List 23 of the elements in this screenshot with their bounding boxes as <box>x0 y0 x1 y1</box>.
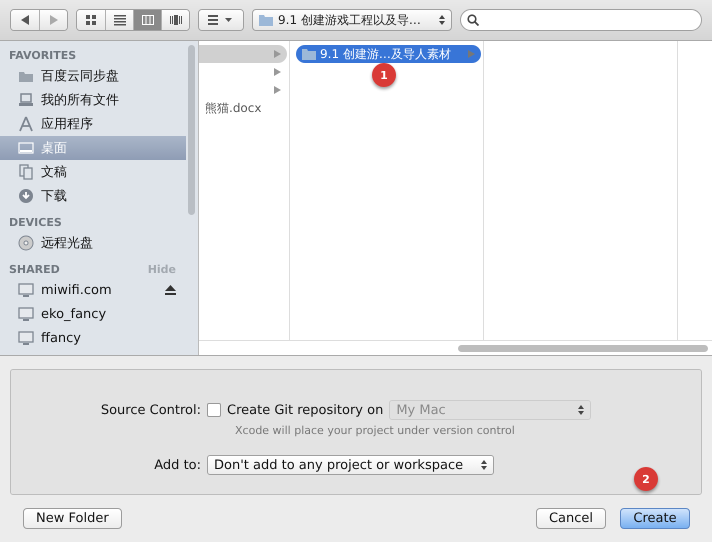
section-title: FAVORITES <box>9 49 76 62</box>
dialog-button[interactable]: New Folder <box>23 508 122 529</box>
sidebar-item[interactable]: 百度云同步盘 <box>0 64 186 88</box>
hint-text: Xcode will place your project under version control <box>235 424 516 437</box>
dialog-button[interactable]: Create <box>620 508 690 529</box>
sidebar-item[interactable]: 文稿 <box>0 160 186 184</box>
sidebar-item[interactable]: miwifi.com <box>0 278 186 302</box>
sidebar-item[interactable]: 远程光盘 <box>0 231 186 255</box>
field-label: Add to: <box>153 458 201 472</box>
section-title: SHARED <box>9 263 60 276</box>
file-item[interactable]: 熊猫.docx <box>199 99 287 117</box>
sidebar-item[interactable]: ffancy <box>0 326 186 350</box>
checkbox-label: Create Git repository on <box>227 402 384 418</box>
sidebar-item[interactable]: 我的所有文件 <box>0 88 186 112</box>
file-item[interactable]: 9.1 创建游…及导人素材 <box>296 45 481 63</box>
dialog-button[interactable]: Cancel <box>536 508 606 529</box>
section-title: DEVICES <box>9 216 62 229</box>
sidebar-item[interactable]: eko_fancy <box>0 302 186 326</box>
add-to-popup[interactable]: Don't add to any project or workspace <box>207 455 494 475</box>
sidebar-item[interactable]: 应用程序 <box>0 112 186 136</box>
path-popup[interactable]: 9.1 创建游戏工程以及导… <box>252 9 452 31</box>
sidebar-item[interactable]: 下载 <box>0 184 186 208</box>
field-label: Source Control: <box>100 402 201 418</box>
